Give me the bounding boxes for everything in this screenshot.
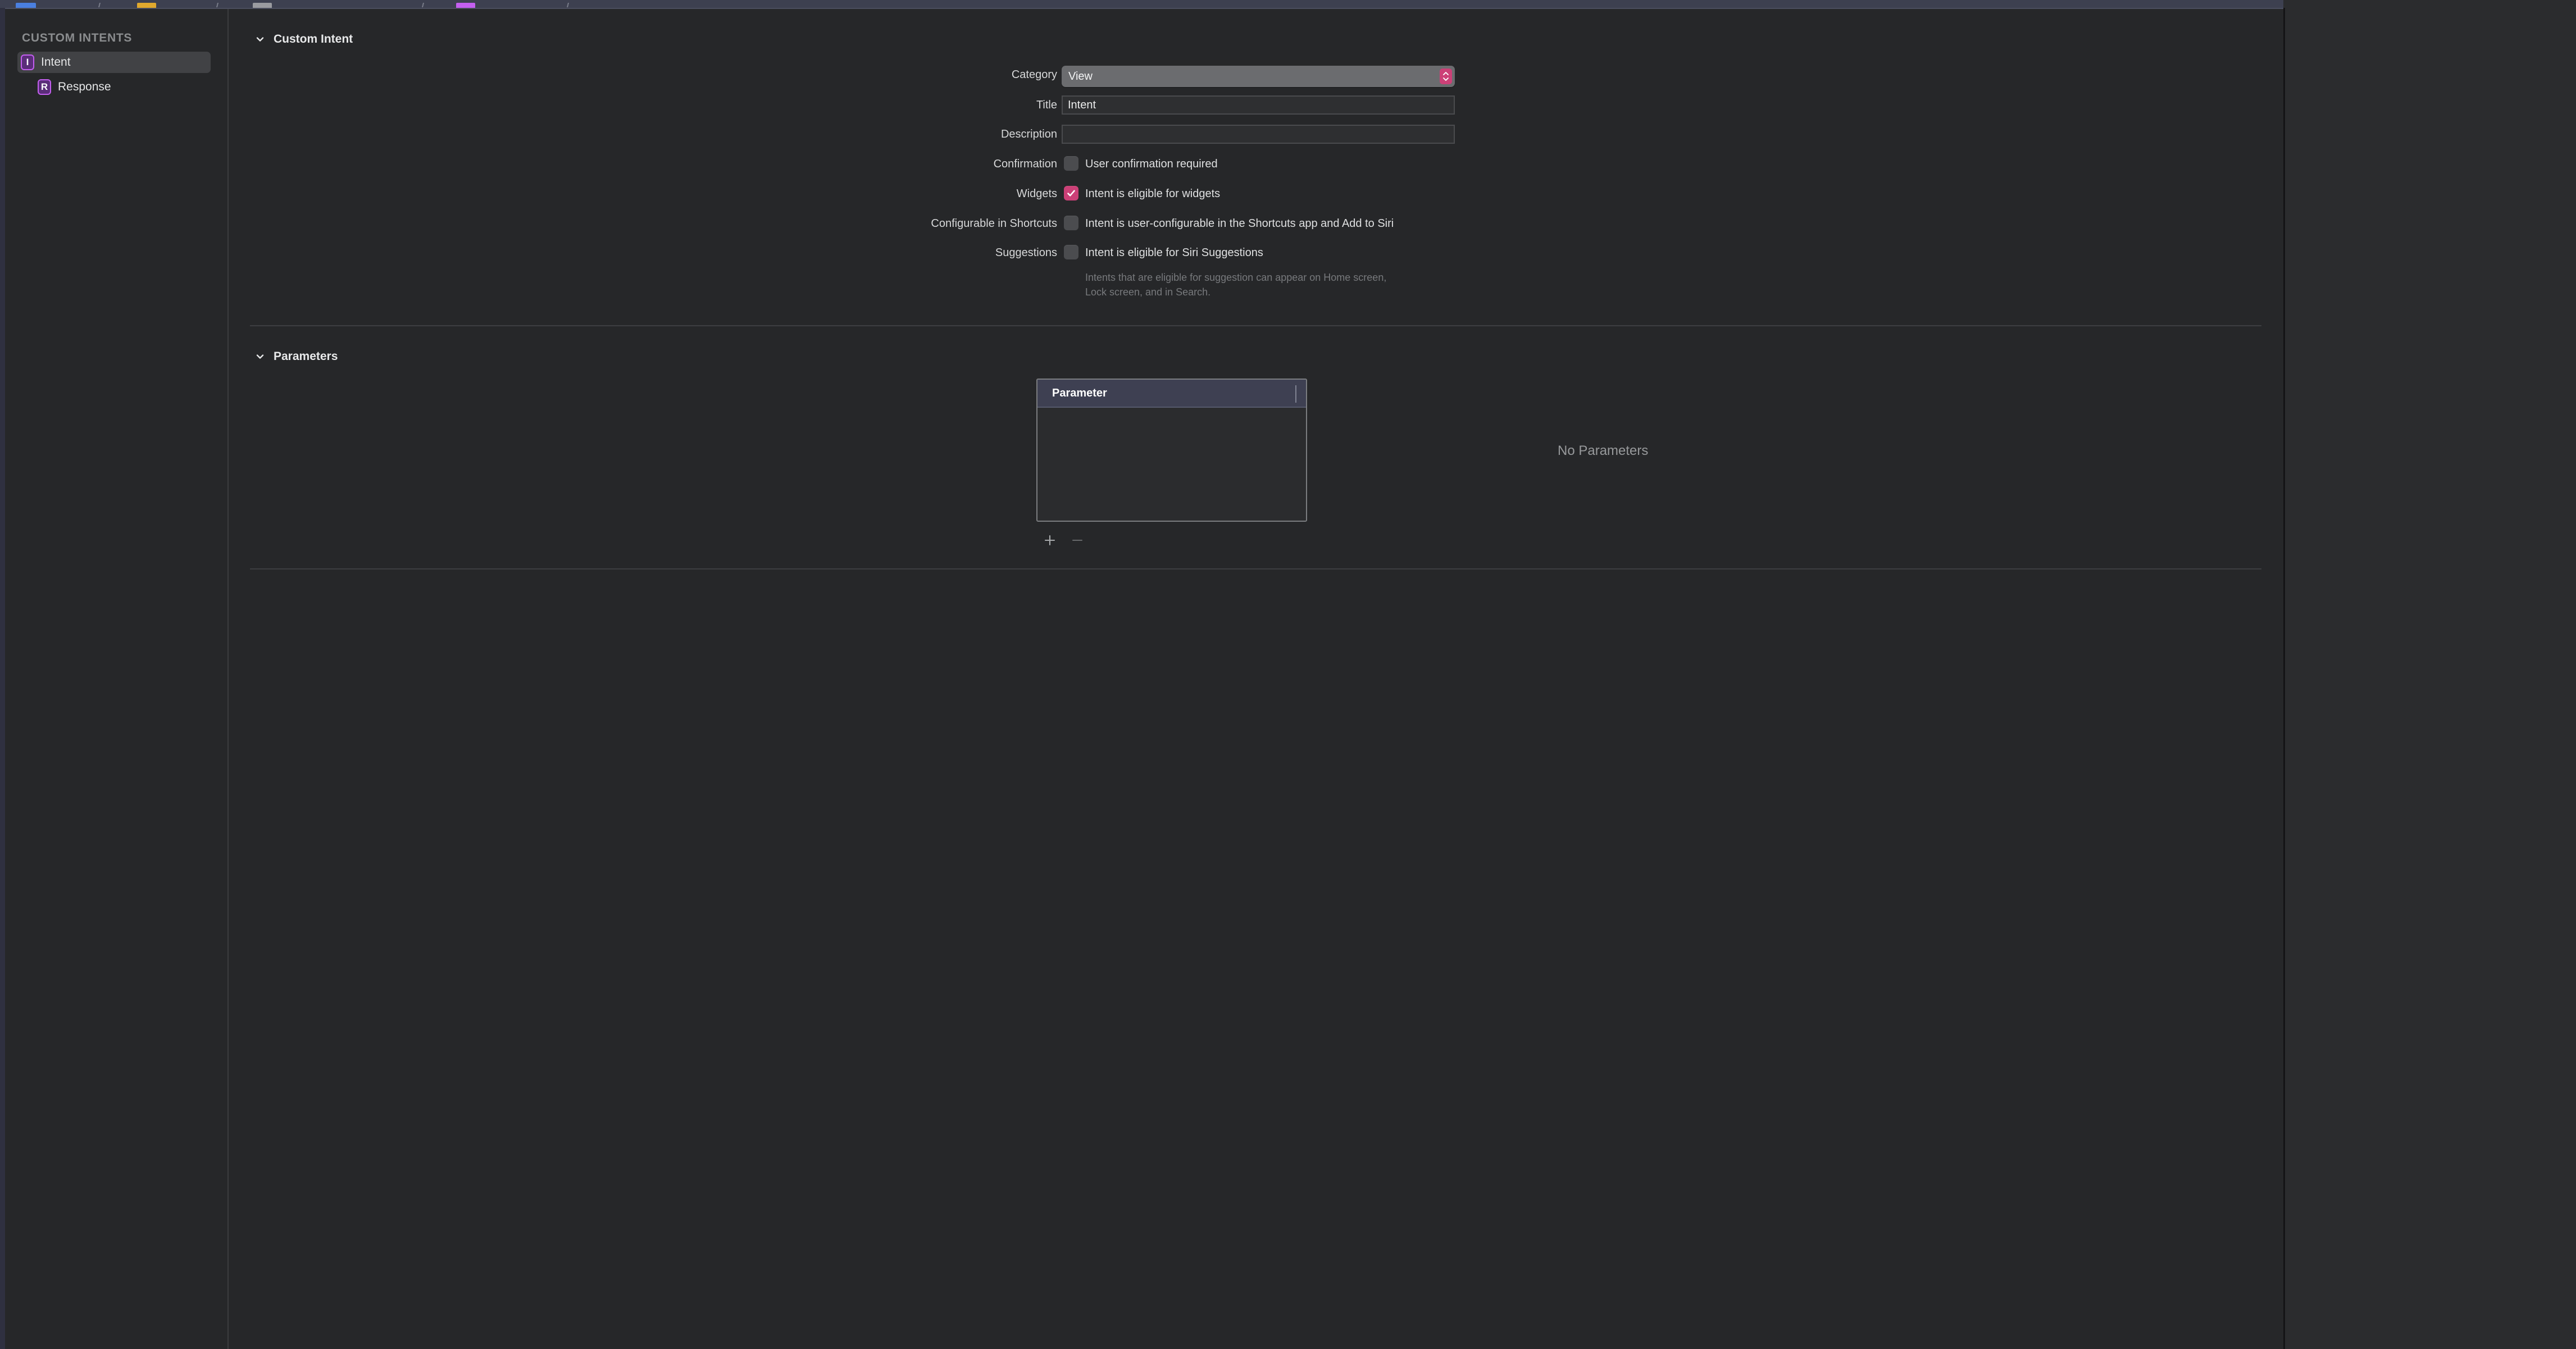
sidebar-item-label: Response: [58, 80, 111, 93]
remove-parameter-button[interactable]: [1068, 531, 1087, 549]
column-header-parameter: Parameter: [1052, 386, 1107, 399]
response-badge-icon: R: [38, 79, 51, 95]
category-value: View: [1068, 70, 1093, 83]
category-popup-button[interactable]: View: [1062, 66, 1455, 87]
parameters-table-header: Parameter: [1037, 380, 1306, 408]
label-category: Category: [1011, 69, 1057, 81]
navigator-edge-strip: [0, 8, 5, 1349]
breadcrumb-separator: [216, 3, 219, 7]
suggestions-help-line-1: Intents that are eligible for suggestion…: [1085, 272, 1387, 283]
breadcrumb-project-icon[interactable]: [16, 3, 36, 8]
sidebar-item-intent[interactable]: I Intent: [17, 52, 211, 73]
intent-badge-icon: I: [21, 54, 34, 70]
title-input[interactable]: Intent: [1062, 95, 1455, 115]
suggestions-help-line-2: Lock screen, and in Search.: [1085, 286, 1211, 298]
label-description: Description: [1000, 128, 1057, 140]
breadcrumb-separator: [98, 3, 101, 7]
label-configurable-in-shortcuts: Configurable in Shortcuts: [931, 217, 1057, 230]
label-title: Title: [1036, 99, 1057, 111]
section-title-parameters: Parameters: [274, 350, 338, 363]
intent-definition-editor: Custom Intent Category View Title Intent…: [230, 9, 2283, 1349]
sidebar-item-response[interactable]: R Response: [34, 76, 211, 98]
confirmation-checkbox-label: User confirmation required: [1085, 158, 1218, 170]
breadcrumb-separator: [422, 3, 424, 7]
confirmation-checkbox[interactable]: [1064, 156, 1078, 171]
column-resize-handle[interactable]: [1295, 385, 1296, 403]
suggestions-checkbox[interactable]: [1064, 245, 1078, 259]
category-stepper-icon[interactable]: [1440, 69, 1452, 84]
section-divider-bottom: [250, 568, 2261, 569]
sidebar-section-header: CUSTOM INTENTS: [22, 31, 133, 44]
parameters-table[interactable]: Parameter: [1036, 379, 1307, 522]
label-widgets: Widgets: [1016, 188, 1057, 200]
jump-bar[interactable]: [0, 0, 2576, 9]
title-value: Intent: [1068, 98, 1096, 111]
section-divider-top: [250, 325, 2261, 326]
configurable-in-shortcuts-checkbox-label: Intent is user-configurable in the Short…: [1085, 217, 1394, 230]
custom-intents-sidebar: CUSTOM INTENTS I Intent R Response: [5, 9, 229, 1349]
inspector-top-spacer: [2283, 0, 2576, 8]
add-parameter-button[interactable]: [1040, 531, 1059, 549]
breadcrumb-folder-icon[interactable]: [137, 3, 156, 8]
no-parameters-message: No Parameters: [1558, 443, 1649, 458]
breadcrumb-separator: [567, 3, 569, 7]
label-confirmation: Confirmation: [993, 158, 1057, 170]
chevron-down-icon-custom-intent[interactable]: [255, 34, 265, 44]
sidebar-item-label: Intent: [41, 56, 71, 69]
section-title-custom-intent: Custom Intent: [274, 33, 353, 45]
configurable-in-shortcuts-checkbox[interactable]: [1064, 216, 1078, 230]
description-input[interactable]: [1062, 125, 1455, 144]
chevron-down-icon-parameters[interactable]: [255, 352, 265, 362]
attributes-inspector: Name Intent Authentication Not Restricte…: [2283, 8, 2576, 1349]
widgets-checkbox[interactable]: [1064, 186, 1078, 200]
breadcrumb-group-icon[interactable]: [253, 3, 272, 8]
suggestions-checkbox-label: Intent is eligible for Siri Suggestions: [1085, 247, 1263, 259]
label-suggestions: Suggestions: [995, 247, 1057, 259]
breadcrumb-intent-file-icon[interactable]: [456, 3, 475, 8]
widgets-checkbox-label: Intent is eligible for widgets: [1085, 188, 1221, 200]
